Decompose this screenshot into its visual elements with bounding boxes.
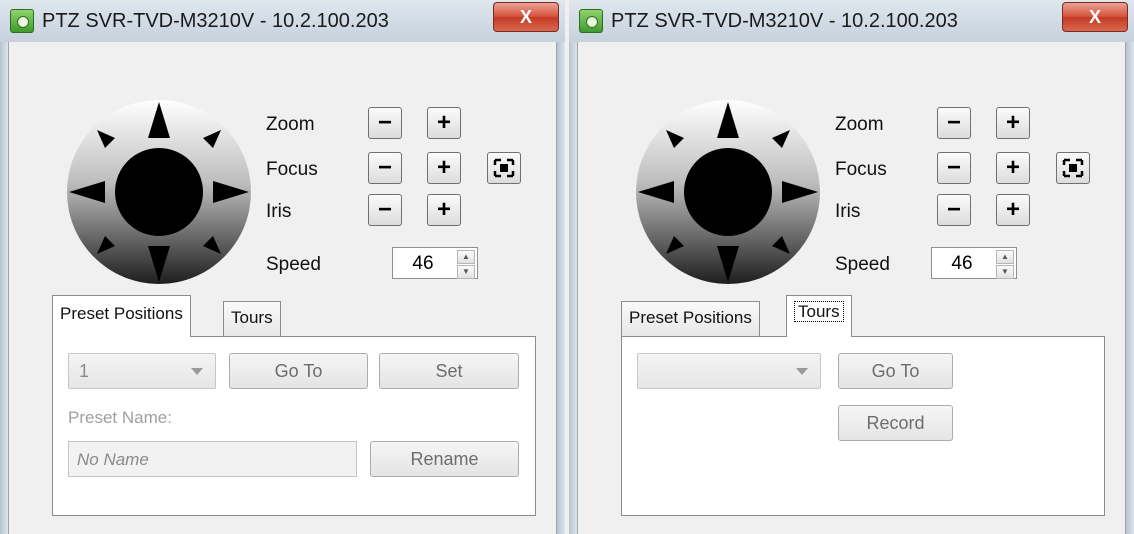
tours-panel: Go To Record bbox=[621, 336, 1105, 516]
tab-tours-label: Tours bbox=[794, 301, 844, 322]
preset-panel: 1 Go To Set Preset Name: No Name Rename bbox=[52, 336, 536, 516]
tour-select[interactable] bbox=[637, 353, 821, 389]
window-frame-right bbox=[1126, 42, 1134, 534]
spin-down-icon[interactable]: ▼ bbox=[457, 265, 475, 279]
record-button[interactable]: Record bbox=[838, 405, 953, 441]
zoom-in-button[interactable]: + bbox=[996, 107, 1030, 139]
focus-near-button[interactable]: − bbox=[368, 152, 402, 184]
speed-spinbox[interactable]: 46 ▲ ▼ bbox=[392, 247, 478, 279]
auto-focus-button[interactable] bbox=[1056, 152, 1090, 184]
iris-open-button[interactable]: + bbox=[427, 194, 461, 226]
chevron-down-icon bbox=[191, 368, 203, 375]
speed-label: Speed bbox=[266, 254, 321, 275]
rename-button[interactable]: Rename bbox=[370, 441, 519, 477]
window-frame-right bbox=[557, 42, 565, 534]
zoom-label: Zoom bbox=[835, 114, 884, 135]
close-icon: X bbox=[1088, 7, 1101, 27]
focus-near-button[interactable]: − bbox=[937, 152, 971, 184]
speed-spinner[interactable]: ▲ ▼ bbox=[996, 250, 1014, 279]
focus-far-button[interactable]: + bbox=[427, 152, 461, 184]
auto-focus-button[interactable] bbox=[487, 152, 521, 184]
tab-tours[interactable]: Tours bbox=[223, 301, 281, 337]
title-bar[interactable]: PTZ SVR-TVD-M3210V - 10.2.100.203 X bbox=[0, 0, 565, 43]
title-bar[interactable]: PTZ SVR-TVD-M3210V - 10.2.100.203 X bbox=[569, 0, 1134, 43]
tab-preset-positions[interactable]: Preset Positions bbox=[621, 301, 760, 337]
iris-open-button[interactable]: + bbox=[996, 194, 1030, 226]
focus-far-button[interactable]: + bbox=[996, 152, 1030, 184]
preset-select[interactable]: 1 bbox=[68, 353, 216, 389]
speed-spinbox[interactable]: 46 ▲ ▼ bbox=[931, 247, 1017, 279]
joystick-center[interactable] bbox=[115, 148, 203, 236]
spin-up-icon[interactable]: ▲ bbox=[996, 250, 1014, 264]
speed-value[interactable]: 46 bbox=[932, 253, 992, 275]
window-frame-left bbox=[0, 42, 8, 534]
zoom-out-button[interactable]: − bbox=[937, 107, 971, 139]
speed-label: Speed bbox=[835, 254, 890, 275]
close-button[interactable]: X bbox=[1062, 2, 1128, 32]
zoom-out-button[interactable]: − bbox=[368, 107, 402, 139]
zoom-label: Zoom bbox=[266, 114, 315, 135]
tour-goto-button[interactable]: Go To bbox=[838, 353, 953, 389]
focus-label: Focus bbox=[835, 159, 887, 180]
preset-name-label: Preset Name: bbox=[68, 408, 172, 427]
iris-label: Iris bbox=[266, 201, 292, 222]
window-frame-left bbox=[569, 42, 577, 534]
joystick-center[interactable] bbox=[684, 148, 772, 236]
focus-label: Focus bbox=[266, 159, 318, 180]
spin-down-icon[interactable]: ▼ bbox=[996, 265, 1014, 279]
speed-value[interactable]: 46 bbox=[393, 253, 453, 275]
ptz-direction-joystick[interactable] bbox=[61, 94, 257, 290]
preset-name-field[interactable]: No Name bbox=[68, 441, 357, 477]
speed-spinner[interactable]: ▲ ▼ bbox=[457, 250, 475, 279]
chevron-down-icon bbox=[796, 368, 808, 375]
ptz-window-1: PTZ SVR-TVD-M3210V - 10.2.100.203 X Zoom… bbox=[0, 0, 565, 534]
tab-preset-positions[interactable]: Preset Positions bbox=[52, 295, 191, 337]
window-title: PTZ SVR-TVD-M3210V - 10.2.100.203 bbox=[42, 10, 389, 32]
goto-button[interactable]: Go To bbox=[229, 353, 368, 389]
auto-focus-icon bbox=[1062, 158, 1084, 178]
camera-app-icon bbox=[579, 9, 603, 33]
auto-focus-icon bbox=[493, 158, 515, 178]
ptz-window-2: PTZ SVR-TVD-M3210V - 10.2.100.203 X Zoom… bbox=[569, 0, 1134, 534]
spin-up-icon[interactable]: ▲ bbox=[457, 250, 475, 264]
client-area: Zoom Focus Iris Speed − + − + − + 46 ▲ ▼… bbox=[8, 42, 557, 534]
camera-app-icon bbox=[10, 9, 34, 33]
iris-close-button[interactable]: − bbox=[368, 194, 402, 226]
iris-close-button[interactable]: − bbox=[937, 194, 971, 226]
set-button[interactable]: Set bbox=[379, 353, 519, 389]
close-button[interactable]: X bbox=[493, 2, 559, 32]
ptz-direction-joystick[interactable] bbox=[630, 94, 826, 290]
window-title: PTZ SVR-TVD-M3210V - 10.2.100.203 bbox=[611, 10, 958, 32]
client-area: Zoom Focus Iris Speed − + − + − + 46 ▲ ▼… bbox=[577, 42, 1126, 534]
close-icon: X bbox=[519, 7, 532, 27]
preset-select-value: 1 bbox=[79, 361, 90, 381]
zoom-in-button[interactable]: + bbox=[427, 107, 461, 139]
iris-label: Iris bbox=[835, 201, 861, 222]
tab-tours[interactable]: Tours bbox=[786, 295, 852, 337]
